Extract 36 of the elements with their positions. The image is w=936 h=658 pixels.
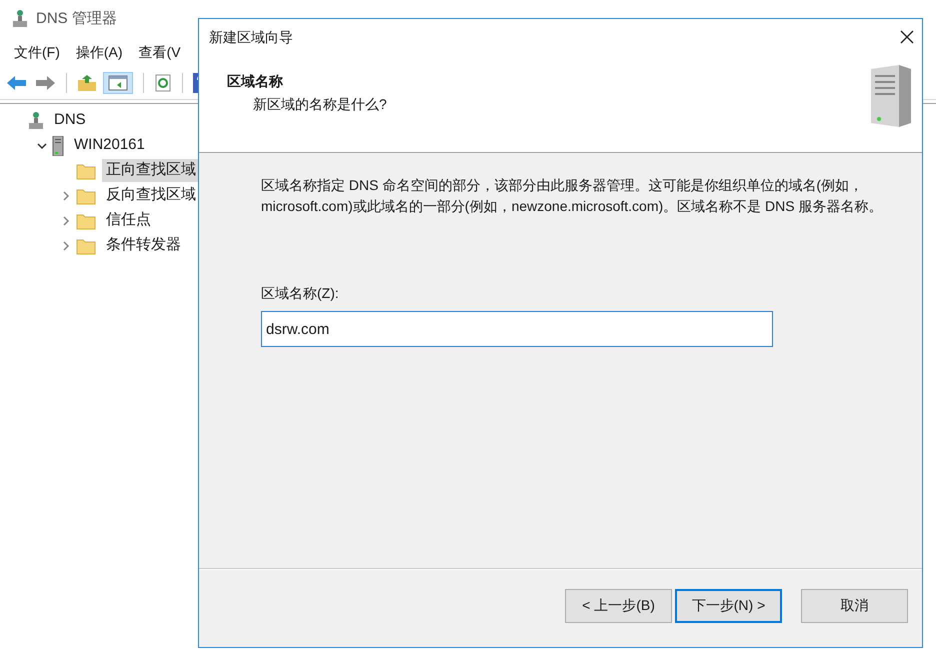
menu-item[interactable]: 查看(V: [132, 42, 187, 62]
collapsed-chevron-icon[interactable]: [61, 216, 71, 226]
close-icon[interactable]: [900, 30, 914, 44]
folder-icon: [76, 212, 96, 230]
description-text: 区域名称指定 DNS 命名空间的部分，该部分由此服务器管理。这可能是你组织单位的域名(例如，microsoft.com)或此域名的一部分(例如，newzone.microsoft.com)。区域名称不是 DNS 服务器名称。: [261, 176, 884, 216]
menu-item[interactable]: 操作(A): [70, 42, 129, 62]
wizard-button[interactable]: 取消: [801, 588, 908, 622]
folder-icon: [76, 236, 96, 254]
tree-item[interactable]: 正向查找区域: [102, 159, 200, 182]
expanded-chevron-icon[interactable]: [37, 140, 47, 150]
wizard-button[interactable]: < 上一步(B): [565, 588, 672, 622]
back-arrow-icon[interactable]: [6, 74, 28, 92]
dialog-title: 新建区域向导: [209, 28, 293, 46]
collapsed-chevron-icon[interactable]: [61, 240, 71, 250]
pane-icon[interactable]: [108, 74, 128, 90]
step-title: 区域名称: [227, 72, 284, 91]
zone-name-field[interactable]: dsrw.com: [261, 311, 773, 347]
network-icon: [28, 112, 44, 130]
tree-item[interactable]: 条件转发器: [102, 234, 185, 257]
collapsed-chevron-icon[interactable]: [61, 190, 71, 200]
wizard-button[interactable]: 下一步(N) >: [675, 588, 782, 622]
folder-icon: [76, 186, 96, 204]
window-title: DNS 管理器: [36, 8, 117, 29]
network-icon: [12, 10, 28, 28]
tree-item[interactable]: WIN20161: [70, 134, 149, 157]
folder-up-icon[interactable]: [77, 74, 97, 92]
tree-item[interactable]: DNS: [50, 109, 90, 132]
tree-item[interactable]: 信任点: [102, 209, 155, 232]
tree-item[interactable]: 反向查找区域: [102, 184, 200, 207]
folder-icon: [76, 162, 96, 180]
server-icon: [52, 136, 64, 156]
forward-arrow-icon[interactable]: [34, 74, 56, 92]
field-label: 区域名称(Z):: [261, 284, 340, 303]
refresh-icon[interactable]: [154, 74, 172, 92]
step-subtitle: 新区域的名称是什么?: [252, 95, 387, 114]
menu-item[interactable]: 文件(F): [8, 42, 66, 62]
